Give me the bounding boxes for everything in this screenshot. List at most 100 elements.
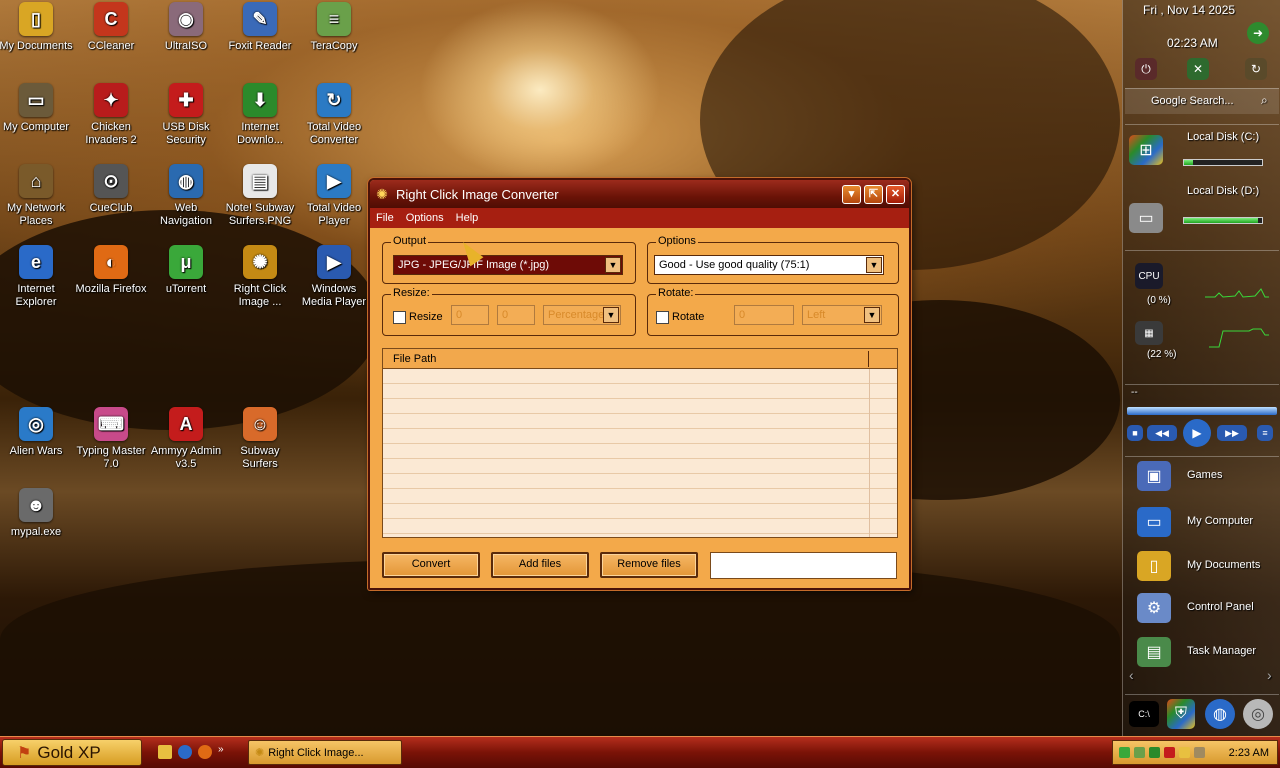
folder-icon[interactable] xyxy=(158,745,172,759)
desktop-icon-my-documents[interactable]: ▯ My Documents xyxy=(0,2,74,53)
control-panel-icon[interactable]: ⚙ xyxy=(1137,593,1171,623)
file-list-table[interactable]: File Path xyxy=(382,348,898,538)
maximize-button[interactable]: ⇱ xyxy=(864,184,883,204)
idm-tray-icon[interactable] xyxy=(1149,747,1160,758)
chevron-left-icon[interactable]: ‹ xyxy=(1129,667,1134,683)
resize-checkbox[interactable] xyxy=(393,311,406,324)
shield-icon[interactable]: ⛨ xyxy=(1167,699,1195,729)
desktop-icon-total-video-player[interactable]: ▶ Total Video Player xyxy=(296,164,372,228)
network-tray-icon[interactable] xyxy=(1179,747,1190,758)
rewind-icon[interactable]: ◀◀ xyxy=(1147,425,1177,441)
desktop-icon-total-video-converter[interactable]: ↻ Total Video Converter xyxy=(296,83,372,147)
quick-link-task-manager[interactable]: Task Manager xyxy=(1187,645,1256,657)
usb-security-tray-icon[interactable] xyxy=(1164,747,1175,758)
my-computer-icon[interactable]: ▭ xyxy=(1137,507,1171,537)
playlist-icon[interactable]: ≡ xyxy=(1257,425,1273,441)
desktop-icon-mozilla-firefox[interactable]: ◐ Mozilla Firefox xyxy=(73,245,149,296)
quick-link-control-panel[interactable]: Control Panel xyxy=(1187,601,1254,613)
convert-button[interactable]: Convert xyxy=(382,552,480,578)
add-files-button[interactable]: Add files xyxy=(491,552,589,578)
table-row[interactable] xyxy=(383,474,897,489)
logoff-icon[interactable]: ✕ xyxy=(1187,58,1209,80)
desktop-icon-my-network-places[interactable]: ⌂ My Network Places xyxy=(0,164,74,228)
quality-select[interactable]: Good - Use good quality (75:1) ▼ xyxy=(654,255,884,275)
rotate-checkbox[interactable] xyxy=(656,311,669,324)
rotate-angle-input[interactable]: 0 xyxy=(734,305,794,325)
desktop-icon-note-subway-surfers-png[interactable]: ▤ Note! Subway Surfers.PNG xyxy=(222,164,298,228)
menu-help[interactable]: Help xyxy=(450,212,485,224)
chevron-down-icon[interactable]: ▼ xyxy=(603,307,619,323)
chevron-down-icon[interactable]: ▼ xyxy=(605,257,621,273)
table-row[interactable] xyxy=(383,504,897,519)
games-icon[interactable]: ▣ xyxy=(1137,461,1171,491)
desktop-icon-cueclub[interactable]: ⊙ CueClub xyxy=(73,164,149,215)
table-row[interactable] xyxy=(383,444,897,459)
desktop-icon-right-click-image[interactable]: ✺ Right Click Image ... xyxy=(222,245,298,309)
fast-forward-icon[interactable]: ▶▶ xyxy=(1217,425,1247,441)
table-row[interactable] xyxy=(383,459,897,474)
desktop-icon-web-navigation[interactable]: ◍ Web Navigation xyxy=(148,164,224,228)
chevron-right-icon[interactable]: › xyxy=(1267,667,1272,683)
table-row[interactable] xyxy=(383,489,897,504)
minimize-button[interactable]: ▾ xyxy=(842,184,861,204)
menu-file[interactable]: File xyxy=(370,212,400,224)
window-titlebar[interactable]: ✺ Right Click Image Converter ▾ ⇱ ✕ xyxy=(370,180,909,208)
quick-link-my-documents[interactable]: My Documents xyxy=(1187,559,1260,571)
menu-options[interactable]: Options xyxy=(400,212,450,224)
start-button[interactable]: ⚑ Gold XP xyxy=(2,739,142,766)
firefox-icon[interactable] xyxy=(198,745,212,759)
desktop-icon-teracopy[interactable]: ≡ TeraCopy xyxy=(296,2,372,53)
media-seek-bar[interactable] xyxy=(1127,407,1277,415)
table-row[interactable] xyxy=(383,399,897,414)
table-row[interactable] xyxy=(383,414,897,429)
desktop-icon-usb-disk-security[interactable]: ✚ USB Disk Security xyxy=(148,83,224,147)
search-icon[interactable]: ⌕ xyxy=(1261,93,1268,108)
restart-icon[interactable]: ↻ xyxy=(1245,58,1267,80)
output-format-select[interactable]: JPG - JPEG/JFIF Image (*.jpg) ▼ xyxy=(393,255,623,275)
table-row[interactable] xyxy=(383,384,897,399)
chevron-down-icon[interactable]: ▼ xyxy=(864,307,880,323)
my-documents-icon[interactable]: ▯ xyxy=(1137,551,1171,581)
resize-height-input[interactable]: 0 xyxy=(497,305,535,325)
desktop-icon-utorrent[interactable]: μ uTorrent xyxy=(148,245,224,296)
desktop-icon-typing-master-7-0[interactable]: ⌨ Typing Master 7.0 xyxy=(73,407,149,471)
remove-files-button[interactable]: Remove files xyxy=(600,552,698,578)
desktop-icon-ccleaner[interactable]: C CCleaner xyxy=(73,2,149,53)
desktop-icon-mypal-exe[interactable]: ☻ mypal.exe xyxy=(0,488,74,539)
desktop-icon-chicken-invaders-2[interactable]: ✦ Chicken Invaders 2 xyxy=(73,83,149,147)
arrow-right-icon[interactable]: ➜ xyxy=(1247,22,1269,44)
taskbar-item-right-click-image[interactable]: ✺ Right Click Image... xyxy=(248,740,402,765)
file-path-column-header[interactable]: File Path xyxy=(383,349,897,369)
close-button[interactable]: ✕ xyxy=(886,184,905,204)
desktop-icon-ultraiso[interactable]: ◉ UltraISO xyxy=(148,2,224,53)
quick-link-my-computer[interactable]: My Computer xyxy=(1187,515,1253,527)
play-icon[interactable]: ▶ xyxy=(1183,419,1211,447)
disc-icon[interactable]: ◎ xyxy=(1243,699,1273,729)
resize-mode-select[interactable]: Percentage ▼ xyxy=(543,305,621,325)
utorrent-tray-icon[interactable] xyxy=(1119,747,1130,758)
command-prompt-icon[interactable]: C:\ xyxy=(1129,701,1159,727)
power-icon[interactable]: ⏻ xyxy=(1135,58,1157,80)
rotate-direction-select[interactable]: Left ▼ xyxy=(802,305,882,325)
teracopy-tray-icon[interactable] xyxy=(1134,747,1145,758)
resize-width-input[interactable]: 0 xyxy=(451,305,489,325)
volume-tray-icon[interactable] xyxy=(1194,747,1205,758)
chevron-down-icon[interactable]: ▼ xyxy=(866,257,882,273)
globe-icon[interactable]: ◍ xyxy=(1205,699,1235,729)
desktop-icon-windows-media-player[interactable]: ▶ Windows Media Player xyxy=(296,245,372,309)
stop-icon[interactable]: ■ xyxy=(1127,425,1143,441)
desktop-icon-foxit-reader[interactable]: ✎ Foxit Reader xyxy=(222,2,298,53)
desktop-icon-internet-explorer[interactable]: e Internet Explorer xyxy=(0,245,74,309)
desktop-icon-subway-surfers[interactable]: ☺ Subway Surfers xyxy=(222,407,298,471)
desktop-icon-ammyy-admin-v3-5[interactable]: A Ammyy Admin v3.5 xyxy=(148,407,224,471)
table-row[interactable] xyxy=(383,429,897,444)
quick-link-games[interactable]: Games xyxy=(1187,469,1222,481)
internet-explorer-icon[interactable] xyxy=(178,745,192,759)
google-search-box[interactable]: Google Search... ⌕ xyxy=(1125,88,1279,114)
quick-launch-chevron[interactable]: » xyxy=(218,745,224,759)
image-converter-window[interactable]: ✺ Right Click Image Converter ▾ ⇱ ✕ File… xyxy=(368,178,911,590)
task-manager-icon[interactable]: ▤ xyxy=(1137,637,1171,667)
desktop-icon-internet-downlo[interactable]: ⬇ Internet Downlo... xyxy=(222,83,298,147)
desktop-icon-alien-wars[interactable]: ◎ Alien Wars xyxy=(0,407,74,458)
tray-clock[interactable]: 2:23 AM xyxy=(1229,747,1277,759)
